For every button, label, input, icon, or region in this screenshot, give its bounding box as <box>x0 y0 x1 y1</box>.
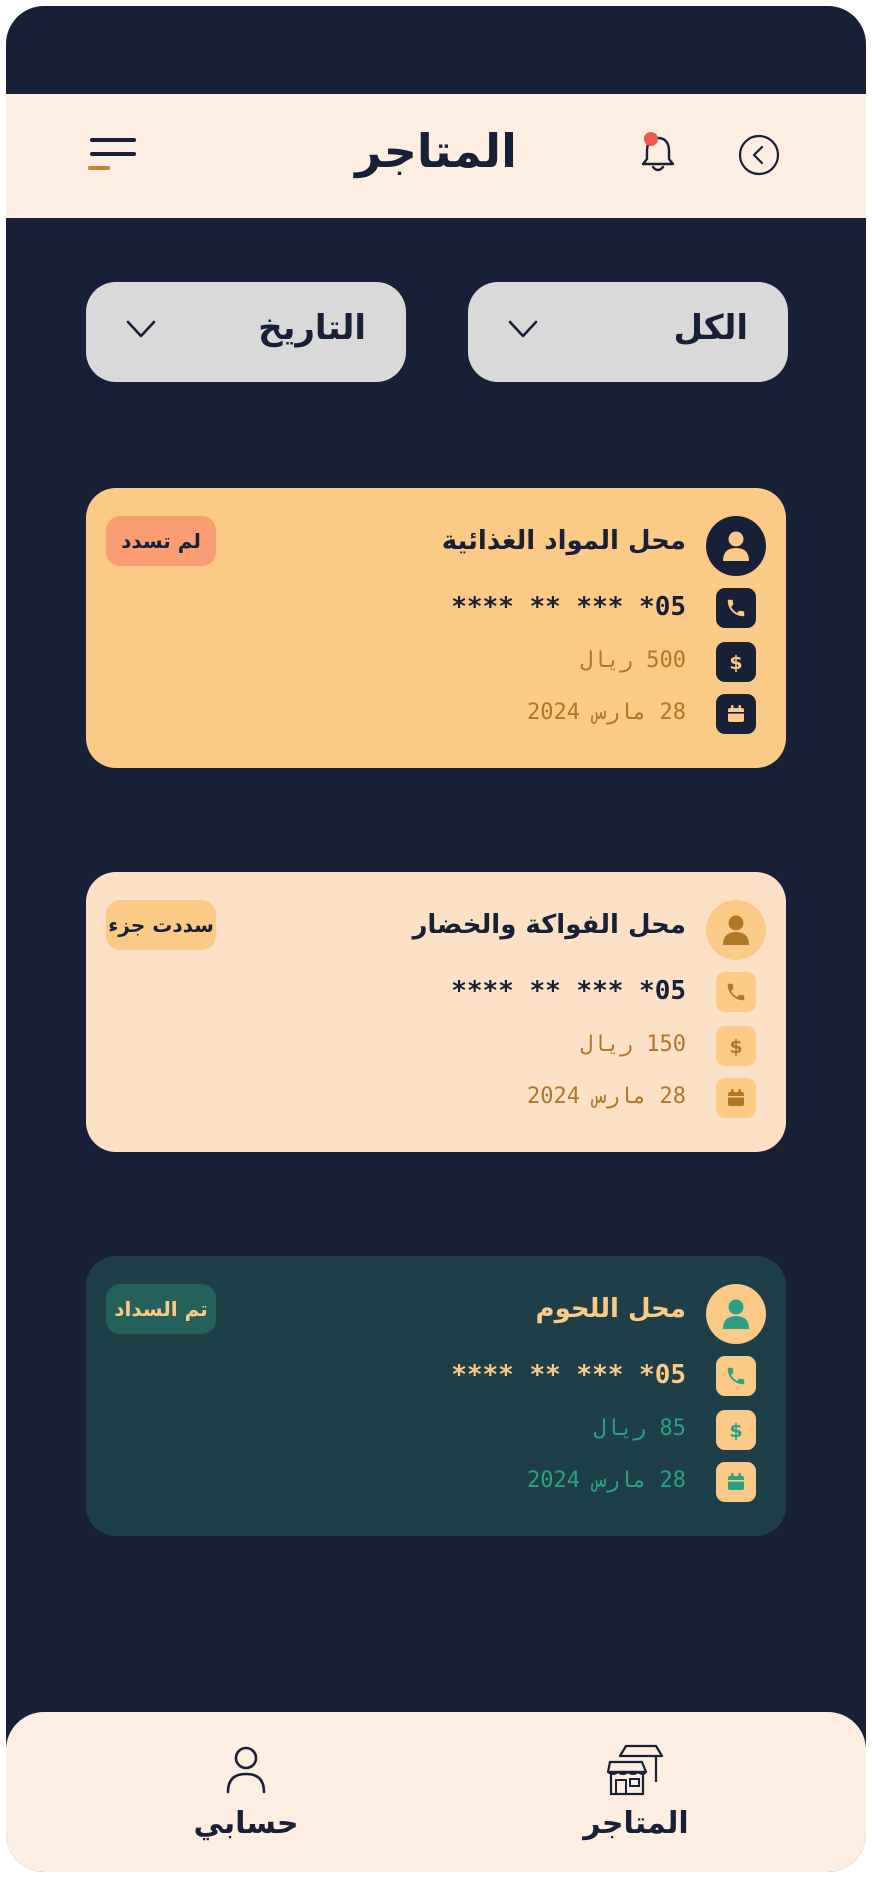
avatar <box>706 1284 766 1344</box>
top-bar: المتاجر <box>6 94 866 218</box>
user-icon <box>226 1746 266 1794</box>
store-name: محل الفواكة والخضار <box>412 910 686 940</box>
store-card-unpaid[interactable]: محل المواد الغذائية 05* *** ** **** $ 50… <box>86 488 786 768</box>
dollar-icon: $ <box>716 1410 756 1450</box>
svg-text:$: $ <box>729 1420 742 1441</box>
store-card-paid[interactable]: محل اللحوم 05* *** ** **** $ 85 ريال 28 … <box>86 1256 786 1536</box>
store-date: 28 مارس 2024 <box>527 1084 686 1109</box>
status-filter-label: الكل <box>673 308 748 348</box>
date-filter-dropdown[interactable]: التاريخ <box>86 282 406 382</box>
status-badge: تم السداد <box>106 1284 216 1334</box>
nav-account[interactable]: حسابي <box>146 1742 346 1852</box>
user-icon <box>723 1299 749 1329</box>
nav-stores[interactable]: المتاجر <box>536 1742 736 1852</box>
store-card-partial[interactable]: محل الفواكة والخضار 05* *** ** **** $ 15… <box>86 872 786 1152</box>
svg-text:$: $ <box>729 652 742 673</box>
user-icon <box>723 915 749 945</box>
date-filter-label: التاريخ <box>258 308 366 348</box>
page-title: المتاجر <box>355 124 517 178</box>
calendar-icon <box>716 1078 756 1118</box>
dollar-icon: $ <box>716 642 756 682</box>
dollar-icon: $ <box>716 1026 756 1066</box>
bell-icon[interactable] <box>638 132 678 176</box>
store-phone: 05* *** ** **** <box>451 592 686 622</box>
nav-stores-label: المتاجر <box>583 1806 689 1841</box>
status-badge: سددت جزء <box>106 900 216 950</box>
store-amount: 85 ريال <box>593 1416 686 1441</box>
avatar <box>706 516 766 576</box>
store-name: محل اللحوم <box>535 1294 686 1324</box>
store-phone: 05* *** ** **** <box>451 976 686 1006</box>
phone-icon[interactable] <box>716 588 756 628</box>
chevron-down-icon <box>126 320 156 338</box>
status-badge: لم تسدد <box>106 516 216 566</box>
calendar-icon <box>716 1462 756 1502</box>
phone-icon[interactable] <box>716 1356 756 1396</box>
app-screen: المتاجر الكل التاريخ محل المواد الغذائية… <box>6 6 866 1872</box>
shop-icon <box>606 1744 664 1796</box>
back-chevron-icon[interactable] <box>738 134 780 176</box>
store-name: محل المواد الغذائية <box>441 526 686 556</box>
store-date: 28 مارس 2024 <box>527 1468 686 1493</box>
calendar-icon <box>716 694 756 734</box>
avatar <box>706 900 766 960</box>
store-amount: 150 ريال <box>580 1032 686 1057</box>
bottom-nav: حسابي المتاجر <box>6 1712 866 1872</box>
status-filter-dropdown[interactable]: الكل <box>468 282 788 382</box>
notification-dot <box>644 132 658 146</box>
nav-account-label: حسابي <box>193 1806 299 1841</box>
store-phone: 05* *** ** **** <box>451 1360 686 1390</box>
user-icon <box>723 531 749 561</box>
store-date: 28 مارس 2024 <box>527 700 686 725</box>
store-amount: 500 ريال <box>580 648 686 673</box>
phone-icon[interactable] <box>716 972 756 1012</box>
chevron-down-icon <box>508 320 538 338</box>
svg-text:$: $ <box>729 1036 742 1057</box>
